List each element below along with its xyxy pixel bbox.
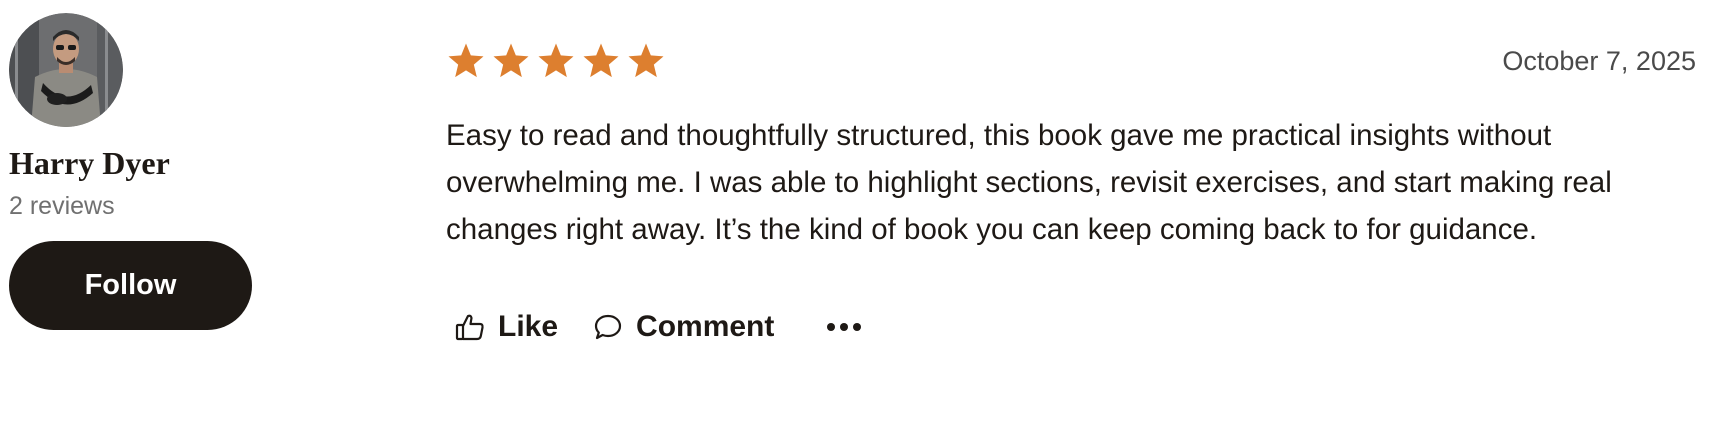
star-icon <box>448 43 484 78</box>
review-actions: Like Comment <box>446 305 1696 349</box>
review-header: October 7, 2025 <box>446 38 1696 84</box>
review-date[interactable]: October 7, 2025 <box>1502 46 1696 77</box>
avatar[interactable] <box>9 13 123 127</box>
star-icon <box>538 43 574 78</box>
star-icon <box>583 43 619 78</box>
more-options-button[interactable] <box>826 321 874 333</box>
review-card: October 7, 2025 Easy to read and thought… <box>446 38 1696 349</box>
like-button[interactable]: Like <box>454 310 558 344</box>
star-icon <box>493 43 529 78</box>
comment-button[interactable]: Comment <box>592 310 774 344</box>
more-dots-icon <box>826 321 862 333</box>
speech-bubble-icon <box>592 311 624 343</box>
star-icon <box>628 43 664 78</box>
follow-button[interactable]: Follow <box>9 241 252 330</box>
comment-label: Comment <box>636 310 775 343</box>
reviewer-name[interactable]: Harry Dyer <box>9 145 269 181</box>
thumbs-up-icon <box>454 311 486 343</box>
like-label: Like <box>498 310 559 343</box>
reviewer-panel: Harry Dyer 2 reviews Follow <box>9 13 269 330</box>
star-rating <box>446 41 666 81</box>
review-text: Easy to read and thoughtfully structured… <box>446 119 1612 246</box>
reviewer-review-count: 2 reviews <box>9 192 115 220</box>
